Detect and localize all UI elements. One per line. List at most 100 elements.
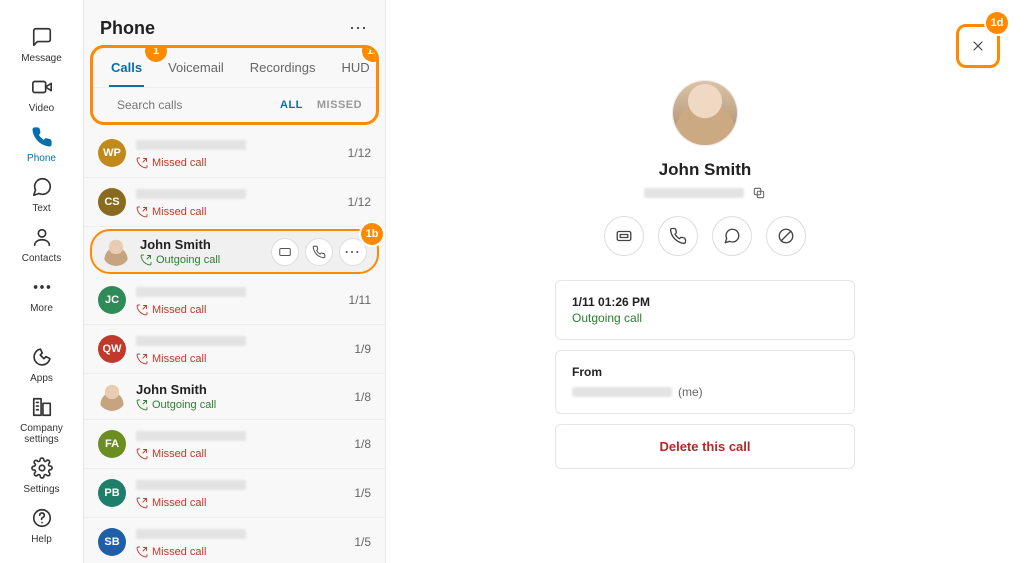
call-name [136, 189, 246, 199]
phone-panel-title: Phone [100, 18, 155, 39]
call-name: John Smith [140, 237, 271, 252]
contacts-icon [31, 226, 53, 251]
avatar-photo [98, 383, 126, 411]
avatar-initials: SB [98, 528, 126, 556]
nav-item-more[interactable]: More [0, 270, 83, 320]
nav-item-company-settings[interactable]: Company settings [0, 390, 83, 451]
call-name [136, 431, 246, 441]
call-name [136, 336, 246, 346]
tab-voicemail[interactable]: Voicemail [166, 48, 226, 87]
nav-item-help[interactable]: Help [0, 501, 83, 551]
close-icon [970, 38, 986, 54]
action-text-button[interactable] [712, 216, 752, 256]
from-number-redacted [572, 387, 672, 397]
call-item[interactable]: JCMissed call1/11 [84, 276, 385, 325]
call-item[interactable]: SB Missed call 1/5 [84, 518, 385, 563]
call-timestamp: 1/11 01:26 PM [572, 295, 838, 309]
call-name [136, 287, 246, 297]
call-date: 1/5 [354, 535, 371, 549]
row-action-call-button[interactable] [305, 238, 333, 266]
call-item[interactable]: John SmithOutgoing call⋯1b [90, 229, 379, 274]
call-item[interactable]: QW Missed call 1/9 [84, 325, 385, 374]
call-type: Missed call [136, 206, 340, 218]
call-name [136, 140, 246, 150]
call-detail-pane: 1d John Smith 1/11 01:26 PM Out [386, 0, 1024, 563]
phone-icon [31, 126, 53, 151]
contact-avatar [672, 80, 738, 146]
row-action-voicemail-button[interactable] [271, 238, 299, 266]
call-from-card: From (me) [555, 350, 855, 414]
nav-item-phone[interactable]: Phone [0, 120, 83, 170]
call-date: 1/12 [348, 146, 371, 160]
avatar-initials: FA [98, 430, 126, 458]
nav-item-label: Video [29, 103, 54, 114]
call-status: Outgoing call [572, 311, 838, 325]
phone-panel-more-button[interactable]: ⋯ [349, 18, 369, 39]
search-input[interactable] [117, 98, 272, 112]
tab-calls[interactable]: Calls [109, 48, 144, 87]
call-date: 1/5 [354, 486, 371, 500]
call-item[interactable]: CSMissed call1/12 [84, 178, 385, 227]
contact-action-bar [604, 216, 806, 256]
row-action-more-button[interactable]: ⋯ [339, 238, 367, 266]
call-type: Missed call [136, 353, 346, 365]
nav-item-label: Company settings [4, 423, 79, 445]
nav-item-label: Help [31, 534, 52, 545]
call-name [136, 480, 246, 490]
call-date: 1/12 [348, 195, 371, 209]
contact-phone-redacted [644, 188, 744, 198]
nav-item-message[interactable]: Message [0, 20, 83, 70]
action-block-button[interactable] [766, 216, 806, 256]
contact-profile: John Smith 1/11 01:26 PM Outgoing call [426, 20, 984, 469]
message-icon [31, 26, 53, 51]
action-voicemail-button[interactable] [604, 216, 644, 256]
block-icon [777, 227, 795, 245]
copy-icon[interactable] [752, 186, 766, 200]
filter-dropdown-caret[interactable]: ▾ [376, 100, 379, 111]
phone-tabs: CallsVoicemailRecordingsHUD [93, 48, 376, 88]
contact-phone-row [644, 186, 766, 200]
tab-recordings[interactable]: Recordings [248, 48, 318, 87]
filter-missed[interactable]: MISSED [317, 99, 362, 111]
call-type: Missed call [136, 497, 346, 509]
nav-item-label: Settings [23, 484, 59, 495]
search-row: ALL MISSED ▾ [93, 88, 376, 122]
call-summary-card: 1/11 01:26 PM Outgoing call [555, 280, 855, 340]
call-item[interactable]: FAMissed call1/8 [84, 420, 385, 469]
phone-panel-header: Phone ⋯ [84, 0, 385, 43]
call-item[interactable]: WPMissed call1/12 [84, 129, 385, 178]
call-item[interactable]: John SmithOutgoing call1/8 [84, 374, 385, 420]
call-item[interactable]: PBMissed call1/5 [84, 469, 385, 518]
nav-item-contacts[interactable]: Contacts [0, 220, 83, 270]
call-date: 1/8 [354, 437, 371, 451]
call-type: Missed call [136, 546, 346, 558]
delete-call-button[interactable]: Delete this call [555, 424, 855, 469]
text-icon [723, 227, 741, 245]
nav-rail: Message Video Phone Text Contacts More Apps Co… [0, 0, 84, 563]
nav-item-video[interactable]: Video [0, 70, 83, 120]
phone-panel: Phone ⋯ CallsVoicemailRecordingsHUD ALL … [84, 0, 386, 563]
nav-item-label: Contacts [22, 253, 61, 264]
call-list[interactable]: WPMissed call1/12CSMissed call1/12John S… [84, 129, 385, 563]
callout-badge-row: 1b [361, 223, 383, 245]
call-date: 1/11 [349, 293, 371, 307]
call-name: John Smith [136, 382, 346, 397]
text-icon [31, 176, 53, 201]
detail-cards: 1/11 01:26 PM Outgoing call From (me) De… [555, 280, 855, 469]
avatar-initials: QW [98, 335, 126, 363]
filter-all[interactable]: ALL [280, 99, 303, 111]
contact-name: John Smith [659, 160, 752, 180]
call-date: 1/9 [354, 342, 371, 356]
video-icon [31, 76, 53, 101]
nav-item-label: More [30, 303, 53, 314]
help-icon [31, 507, 53, 532]
more-icon [31, 276, 53, 301]
nav-item-apps[interactable]: Apps [0, 340, 83, 390]
nav-item-label: Phone [27, 153, 56, 164]
nav-item-text[interactable]: Text [0, 170, 83, 220]
settings-icon [31, 457, 53, 482]
nav-item-settings[interactable]: Settings [0, 451, 83, 501]
action-call-button[interactable] [658, 216, 698, 256]
voicemail-icon [615, 227, 633, 245]
apps-icon [31, 346, 53, 371]
